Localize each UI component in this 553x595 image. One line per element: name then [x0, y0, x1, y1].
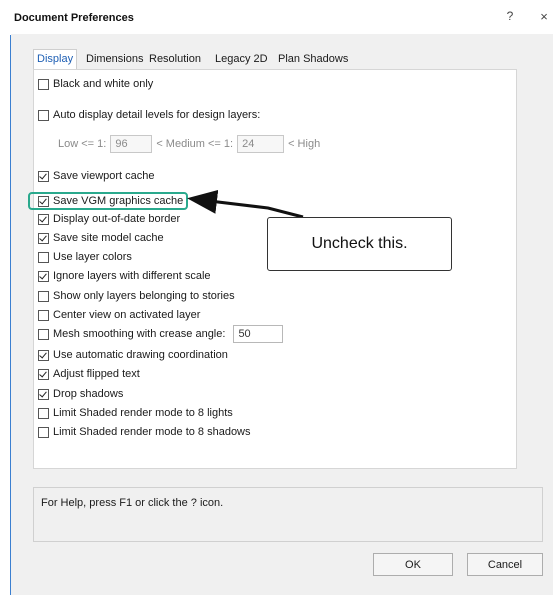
- checkbox[interactable]: [38, 109, 49, 121]
- help-icon[interactable]: ?: [500, 9, 520, 23]
- option-label: Mesh smoothing with crease angle:: [53, 328, 226, 340]
- checkbox-checked[interactable]: [38, 213, 49, 225]
- option-drop-shadows[interactable]: Drop shadows: [38, 386, 123, 402]
- option-label: Use layer colors: [53, 251, 132, 263]
- cancel-button[interactable]: Cancel: [467, 553, 543, 576]
- option-out-of-date[interactable]: Display out-of-date border: [38, 211, 180, 227]
- option-mesh-smoothing[interactable]: Mesh smoothing with crease angle: 50: [38, 325, 287, 343]
- option-label: Save site model cache: [53, 232, 164, 244]
- close-icon[interactable]: ×: [534, 9, 553, 24]
- ok-button[interactable]: OK: [373, 553, 453, 576]
- checkbox[interactable]: [38, 407, 49, 419]
- option-label: Display out-of-date border: [53, 213, 181, 225]
- annotation-callout: Uncheck this.: [267, 217, 452, 271]
- option-limit-shadows[interactable]: Limit Shaded render mode to 8 shadows: [38, 424, 251, 440]
- option-black-white[interactable]: Black and white only: [38, 76, 153, 92]
- checkbox[interactable]: [38, 290, 49, 302]
- option-limit-lights[interactable]: Limit Shaded render mode to 8 lights: [38, 405, 233, 421]
- medium-label: < Medium <= 1:: [156, 138, 234, 150]
- checkbox-checked[interactable]: [38, 270, 49, 282]
- help-text-box: [33, 487, 543, 542]
- dialog-title: Document Preferences: [14, 12, 134, 24]
- checkbox[interactable]: [38, 426, 49, 438]
- low-value-field[interactable]: 96: [110, 135, 153, 153]
- tab-display[interactable]: Display: [33, 49, 78, 70]
- checkbox-checked[interactable]: [38, 368, 49, 380]
- option-label: Show only layers belonging to stories: [53, 290, 235, 302]
- option-label: Save viewport cache: [53, 170, 155, 182]
- checkbox-checked[interactable]: [38, 388, 49, 400]
- option-center-view[interactable]: Center view on activated layer: [38, 307, 200, 323]
- title-bar: Document Preferences ? ×: [0, 0, 553, 34]
- option-layer-colors[interactable]: Use layer colors: [38, 249, 132, 265]
- detail-levels-row: Low <= 1: 96 < Medium <= 1: 24 < High: [58, 134, 320, 154]
- medium-value-field[interactable]: 24: [237, 135, 285, 153]
- checkbox[interactable]: [38, 328, 49, 340]
- option-label: Center view on activated layer: [53, 309, 201, 321]
- checkbox[interactable]: [38, 251, 49, 263]
- option-ignore-scale[interactable]: Ignore layers with different scale: [38, 268, 211, 284]
- document-preferences-dialog: Document Preferences ? × Display Dimensi…: [0, 0, 553, 595]
- low-label: Low <= 1:: [58, 138, 107, 150]
- tab-dimensions[interactable]: Dimensions: [83, 50, 146, 68]
- option-label: Auto display detail levels for design la…: [53, 109, 261, 121]
- tab-resolution[interactable]: Resolution: [146, 50, 204, 68]
- option-flipped-text[interactable]: Adjust flipped text: [38, 366, 140, 382]
- checkbox[interactable]: [38, 78, 49, 90]
- crease-angle-field[interactable]: 50: [233, 325, 284, 343]
- option-auto-detail[interactable]: Auto display detail levels for design la…: [38, 107, 260, 123]
- checkbox[interactable]: [38, 309, 49, 321]
- option-label: Drop shadows: [53, 388, 124, 400]
- option-site-model[interactable]: Save site model cache: [38, 230, 164, 246]
- help-text: For Help, press F1 or click the ? icon.: [41, 497, 224, 509]
- option-label: Black and white only: [53, 78, 154, 90]
- option-label: Ignore layers with different scale: [53, 270, 211, 282]
- annotation-highlight: [28, 192, 188, 210]
- option-save-viewport[interactable]: Save viewport cache: [38, 168, 155, 184]
- tab-legacy-2d[interactable]: Legacy 2D: [212, 50, 271, 68]
- option-auto-coordination[interactable]: Use automatic drawing coordination: [38, 347, 228, 363]
- option-label: Limit Shaded render mode to 8 lights: [53, 407, 233, 419]
- high-label: < High: [288, 138, 321, 150]
- checkbox-checked[interactable]: [38, 232, 49, 244]
- checkbox-checked[interactable]: [38, 170, 49, 182]
- tab-plan-shadows[interactable]: Plan Shadows: [275, 50, 351, 68]
- checkbox-checked[interactable]: [38, 349, 49, 361]
- option-label: Adjust flipped text: [53, 368, 140, 380]
- option-label: Use automatic drawing coordination: [53, 349, 228, 361]
- option-only-stories[interactable]: Show only layers belonging to stories: [38, 288, 235, 304]
- option-label: Limit Shaded render mode to 8 shadows: [53, 426, 251, 438]
